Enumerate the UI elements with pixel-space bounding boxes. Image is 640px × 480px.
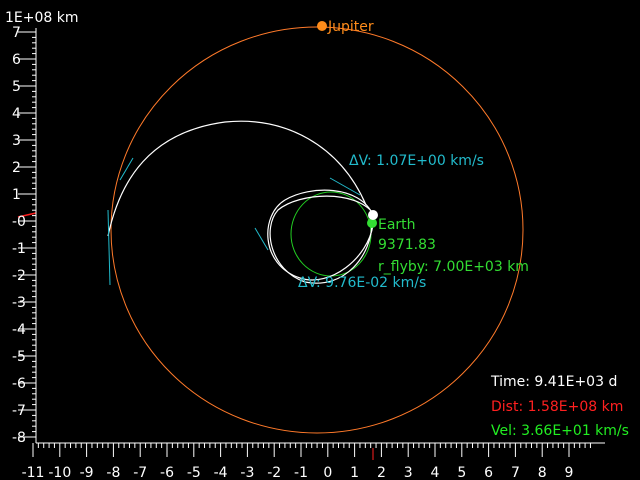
x-tick-label: 8 bbox=[538, 465, 547, 480]
earth-value-label: 9371.83 bbox=[378, 237, 436, 253]
y-tick-label: -0 bbox=[12, 214, 26, 230]
y-tick-label: 2 bbox=[12, 160, 21, 176]
y-tick-label: 6 bbox=[12, 52, 21, 68]
y-tick-label: -2 bbox=[12, 268, 26, 284]
y-tick-label: -3 bbox=[12, 295, 26, 311]
y-tick-label: 3 bbox=[12, 133, 21, 149]
x-tick-label: 5 bbox=[457, 465, 466, 480]
axis-unit-label: 1E+08 km bbox=[5, 10, 79, 26]
r-flyby-label: r_flyby: 7.00E+03 km bbox=[378, 259, 529, 275]
spacecraft-marker[interactable] bbox=[368, 210, 378, 220]
y-tick-label: -6 bbox=[12, 376, 26, 392]
trajectory-inner-loop-2 bbox=[269, 195, 374, 284]
jupiter-marker[interactable] bbox=[317, 21, 327, 31]
x-tick-label: -5 bbox=[187, 465, 201, 480]
y-tick-label: -8 bbox=[12, 430, 26, 446]
x-tick-label: -7 bbox=[133, 465, 147, 480]
earth-label: Earth bbox=[378, 217, 416, 233]
y-tick-label: 5 bbox=[12, 79, 21, 95]
x-tick-label: 7 bbox=[511, 465, 520, 480]
x-tick-label: 3 bbox=[404, 465, 413, 480]
x-tick-label: -10 bbox=[48, 465, 71, 480]
x-tick-label: 6 bbox=[484, 465, 493, 480]
trajectory-outer-arc bbox=[107, 120, 367, 237]
x-tick-label: -9 bbox=[80, 465, 94, 480]
x-tick-label: 1 bbox=[350, 465, 359, 480]
x-tick-label: -4 bbox=[214, 465, 228, 480]
delta-v-label-2: ΔV: 9.76E-02 km/s bbox=[298, 275, 426, 291]
y-tick-label: -5 bbox=[12, 349, 26, 365]
y-tick-label: -1 bbox=[12, 241, 26, 257]
x-tick-label: -6 bbox=[160, 465, 174, 480]
y-tick-label: -7 bbox=[12, 403, 26, 419]
velocity-readout: Vel: 3.66E+01 km/s bbox=[491, 423, 629, 439]
distance-readout: Dist: 1.58E+08 km bbox=[491, 399, 624, 415]
delta-v-marker-3 bbox=[107, 209, 111, 286]
jupiter-label: Jupiter bbox=[327, 19, 374, 35]
y-tick-label: 4 bbox=[12, 106, 21, 122]
time-readout: Time: 9.41E+03 d bbox=[491, 374, 618, 390]
x-tick-label: 2 bbox=[377, 465, 386, 480]
y-tick-label: 7 bbox=[12, 25, 21, 41]
x-tick-label: 0 bbox=[323, 465, 332, 480]
y-tick-label: -4 bbox=[12, 322, 26, 338]
jupiter-orbit bbox=[110, 26, 524, 434]
x-tick-label: -8 bbox=[106, 465, 120, 480]
earth-orbit bbox=[290, 191, 372, 277]
delta-v-label-1: ΔV: 1.07E+00 km/s bbox=[349, 153, 484, 169]
trajectory-inner-loop bbox=[267, 189, 374, 281]
delta-v-marker-2 bbox=[254, 227, 269, 251]
x-tick-label: -2 bbox=[267, 465, 281, 480]
y-tick-label: 1 bbox=[12, 187, 21, 203]
x-tick-label: -11 bbox=[22, 465, 45, 480]
x-tick-label: -3 bbox=[240, 465, 254, 480]
x-tick-label: 4 bbox=[431, 465, 440, 480]
x-tick-label: -1 bbox=[294, 465, 308, 480]
x-tick-label: 9 bbox=[565, 465, 574, 480]
